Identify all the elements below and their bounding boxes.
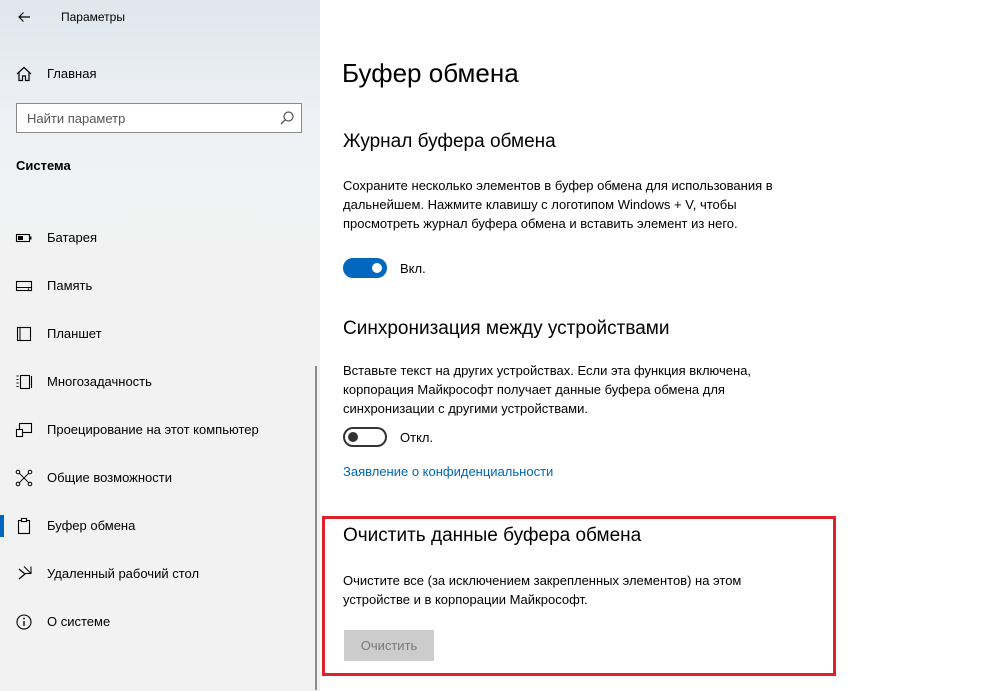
search-icon[interactable] [279, 110, 295, 126]
info-icon [16, 614, 32, 630]
sidebar-scrollbar[interactable] [315, 366, 317, 690]
back-arrow-icon [18, 12, 30, 22]
back-button[interactable] [8, 2, 40, 32]
sidebar-item-label: Общие возможности [47, 470, 173, 485]
sidebar-item-label: Буфер обмена [47, 518, 136, 533]
sidebar-item-clipboard[interactable]: Буфер обмена [0, 502, 320, 550]
nav-home[interactable]: Главная [0, 56, 320, 92]
search-input[interactable] [27, 109, 267, 127]
remote-desktop-icon [18, 566, 32, 580]
sidebar: Параметры Главная Система Ба [0, 0, 320, 691]
multitasking-icon [16, 374, 33, 390]
home-icon [16, 66, 32, 82]
title-bar: Параметры [0, 0, 320, 34]
sidebar-item-label: Удаленный рабочий стол [47, 566, 200, 581]
history-heading: Журнал буфера обмена [343, 131, 556, 152]
sidebar-item-label: О системе [47, 614, 111, 629]
section-label-system: Система [16, 158, 71, 173]
history-toggle-label: Вкл. [400, 261, 426, 276]
sidebar-item-about[interactable]: О системе [0, 598, 320, 646]
sidebar-item-label: Проецирование на этот компьютер [47, 422, 259, 437]
sidebar-item-battery[interactable]: Батарея [0, 214, 320, 262]
tablet-icon [16, 326, 32, 342]
sidebar-item-label: Память [47, 278, 93, 293]
sync-toggle-label: Откл. [400, 430, 434, 445]
history-toggle[interactable] [343, 258, 387, 278]
sidebar-item-tablet[interactable]: Планшет [0, 310, 320, 358]
app-title: Параметры [61, 10, 125, 24]
sidebar-item-label: Многозадачность [47, 374, 152, 389]
clear-heading: Очистить данные буфера обмена [343, 525, 642, 546]
clear-button[interactable]: Очистить [344, 630, 434, 661]
sync-heading: Синхронизация между устройствами [343, 318, 670, 339]
clipboard-icon [17, 517, 31, 535]
search-box[interactable] [16, 103, 302, 133]
sync-toggle[interactable] [343, 427, 387, 447]
history-description: Сохраните несколько элементов в буфер об… [343, 178, 773, 231]
toggle-knob [348, 432, 358, 442]
sidebar-item-projecting[interactable]: Проецирование на этот компьютер [0, 406, 320, 454]
battery-icon [15, 233, 32, 243]
storage-icon [15, 280, 33, 292]
projecting-icon [15, 422, 33, 438]
toggle-knob [372, 263, 382, 273]
privacy-statement-link[interactable]: Заявление о конфиденциальности [343, 464, 553, 479]
sync-description: Вставьте текст на других устройствах. Ес… [343, 363, 752, 416]
sidebar-item-label: Планшет [47, 326, 102, 341]
shared-experiences-icon [15, 469, 33, 487]
sidebar-item-remote-desktop[interactable]: Удаленный рабочий стол [0, 550, 320, 598]
main-content: Буфер обмена Журнал буфера обмена Сохран… [320, 0, 1000, 691]
sidebar-item-label: Батарея [47, 230, 98, 245]
page-title: Буфер обмена [342, 58, 519, 88]
nav-list: Батарея Память Планшет Многозадачность П… [0, 214, 320, 646]
sidebar-item-storage[interactable]: Память [0, 262, 320, 310]
settings-window: Параметры Главная Система Ба [0, 0, 1000, 691]
sidebar-item-shared-experiences[interactable]: Общие возможности [0, 454, 320, 502]
active-indicator [0, 515, 4, 537]
nav-home-label: Главная [47, 66, 97, 81]
sidebar-item-multitasking[interactable]: Многозадачность [0, 358, 320, 406]
clear-description: Очистите все (за исключением закрепленны… [343, 573, 742, 607]
